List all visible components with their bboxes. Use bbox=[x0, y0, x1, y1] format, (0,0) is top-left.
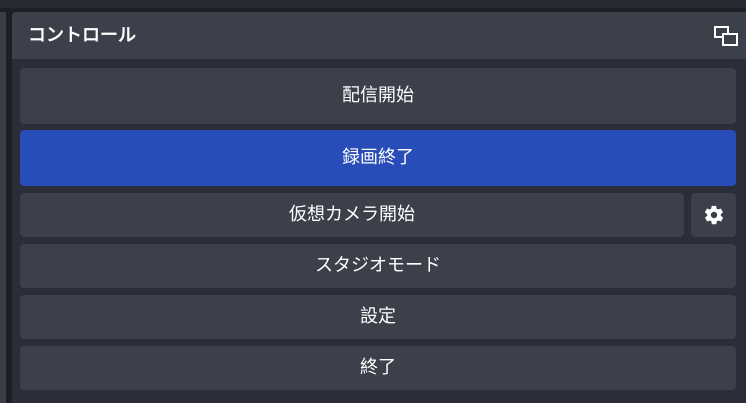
start-streaming-label: 配信開始 bbox=[342, 85, 414, 106]
stop-recording-button[interactable]: 録画終了 bbox=[20, 130, 736, 186]
gear-icon bbox=[704, 205, 724, 225]
controls-dock: コントロール 配信開始 録画終了 仮想カメラ開始 スタジオモード 設定 終了 bbox=[12, 12, 746, 403]
studio-mode-button[interactable]: スタジオモード bbox=[20, 244, 736, 288]
left-panel-edge bbox=[0, 12, 6, 403]
float-dock-icon[interactable] bbox=[714, 26, 738, 46]
start-virtual-camera-label: 仮想カメラ開始 bbox=[289, 204, 415, 225]
exit-button[interactable]: 終了 bbox=[20, 346, 736, 390]
dock-header: コントロール bbox=[12, 12, 746, 59]
settings-label: 設定 bbox=[360, 306, 396, 327]
stop-recording-label: 録画終了 bbox=[342, 147, 414, 168]
exit-label: 終了 bbox=[360, 357, 396, 378]
virtual-camera-settings-button[interactable] bbox=[691, 193, 736, 237]
studio-mode-label: スタジオモード bbox=[315, 255, 441, 276]
top-panel-edge bbox=[0, 0, 746, 8]
dock-title: コントロール bbox=[28, 25, 136, 46]
settings-button[interactable]: 設定 bbox=[20, 295, 736, 339]
start-virtual-camera-button[interactable]: 仮想カメラ開始 bbox=[20, 193, 684, 237]
start-streaming-button[interactable]: 配信開始 bbox=[20, 68, 736, 124]
